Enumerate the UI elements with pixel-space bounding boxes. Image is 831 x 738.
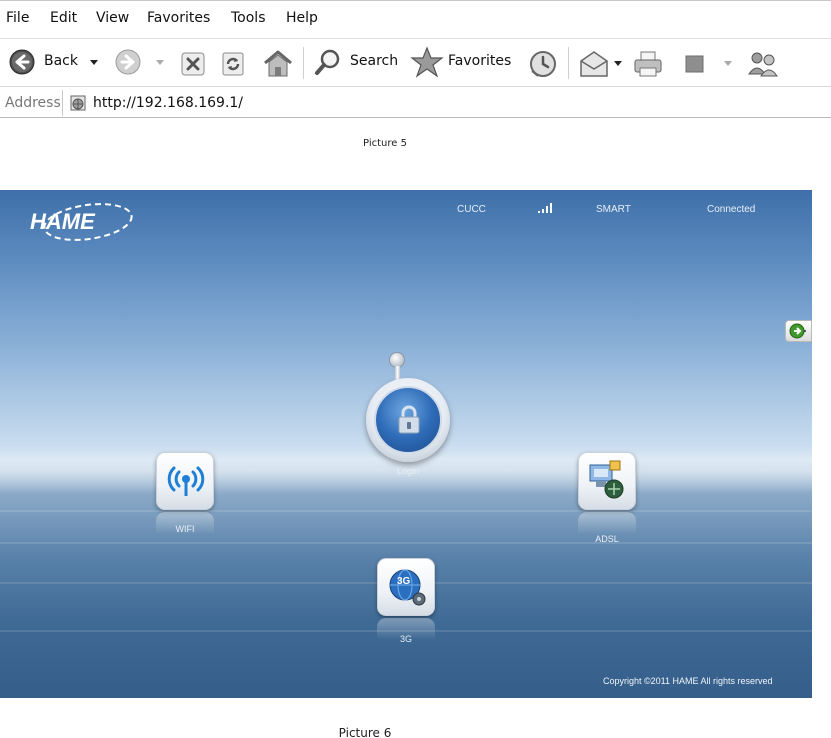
hame-logo: HAME bbox=[30, 203, 133, 241]
adsl-network-icon bbox=[589, 460, 624, 499]
toolbar-separator bbox=[568, 47, 569, 79]
history-icon[interactable] bbox=[528, 49, 558, 79]
signal-strength-icon bbox=[538, 203, 552, 213]
edit-dropdown-icon[interactable] bbox=[724, 61, 732, 66]
address-bar: Address http://192.168.169.1/ bbox=[0, 86, 831, 118]
mode-status: SMART bbox=[596, 204, 631, 215]
search-icon bbox=[315, 49, 340, 75]
connection-status: Connected bbox=[707, 204, 756, 215]
stop-icon[interactable] bbox=[180, 51, 206, 77]
home-icon[interactable] bbox=[262, 49, 294, 79]
edit-icon[interactable] bbox=[684, 53, 706, 75]
menu-tools[interactable]: Tools bbox=[231, 10, 266, 26]
3g-button[interactable]: 3G bbox=[377, 558, 435, 616]
wifi-button[interactable] bbox=[156, 452, 214, 510]
adsl-label[interactable]: ADSL bbox=[567, 534, 647, 544]
menu-edit[interactable]: Edit bbox=[50, 10, 77, 26]
carrier-status: CUCC bbox=[457, 204, 486, 215]
address-input[interactable]: http://192.168.169.1/ bbox=[62, 90, 831, 116]
messenger-icon[interactable] bbox=[746, 49, 780, 79]
search-button[interactable]: Search bbox=[312, 48, 400, 76]
copyright-text: Copyright ©2011 HAME All rights reserved bbox=[603, 676, 773, 686]
forward-button[interactable] bbox=[112, 48, 168, 76]
mail-icon[interactable] bbox=[578, 49, 610, 79]
globe-3g-icon: 3G bbox=[389, 569, 426, 606]
picture-5-caption: Picture 5 bbox=[363, 138, 407, 149]
mail-dropdown-icon[interactable] bbox=[614, 61, 622, 66]
refresh-icon[interactable] bbox=[220, 51, 246, 77]
adsl-reflection bbox=[578, 512, 636, 534]
search-label: Search bbox=[350, 53, 399, 69]
toolbar: Back Search Favorites bbox=[0, 38, 831, 86]
forward-icon bbox=[115, 49, 141, 75]
adsl-button[interactable] bbox=[578, 452, 636, 510]
print-icon[interactable] bbox=[632, 49, 664, 79]
address-label: Address bbox=[5, 95, 61, 111]
sea-wave bbox=[0, 510, 812, 512]
picture-6-caption: Picture 6 bbox=[338, 726, 392, 738]
favorites-label: Favorites bbox=[448, 53, 512, 69]
expand-icon bbox=[789, 323, 806, 339]
wifi-label[interactable]: WIFI bbox=[145, 524, 225, 534]
svg-text:HAME: HAME bbox=[30, 209, 96, 234]
menu-bar: File Edit View Favorites Tools Help bbox=[0, 0, 831, 38]
forward-dropdown-icon[interactable] bbox=[156, 60, 164, 65]
login-lock-panel bbox=[374, 386, 442, 454]
hame-router-page: HAME CUCC SMART Connected Login WIFI ADS… bbox=[0, 190, 812, 698]
back-icon bbox=[9, 49, 35, 75]
lock-icon bbox=[398, 405, 420, 434]
menu-view[interactable]: View bbox=[96, 10, 129, 26]
sea-wave bbox=[0, 542, 812, 544]
menu-favorites[interactable]: Favorites bbox=[147, 10, 210, 26]
toolbar-separator bbox=[303, 47, 304, 79]
menu-help[interactable]: Help bbox=[286, 10, 318, 26]
back-button[interactable]: Back bbox=[6, 48, 102, 76]
page-icon bbox=[70, 95, 86, 111]
menu-file[interactable]: File bbox=[6, 10, 29, 26]
svg-text:3G: 3G bbox=[397, 576, 411, 587]
login-button[interactable] bbox=[366, 378, 450, 462]
back-label: Back bbox=[44, 53, 78, 69]
wifi-antenna-icon bbox=[167, 466, 205, 496]
3g-label[interactable]: 3G bbox=[366, 634, 446, 644]
login-label[interactable]: Login bbox=[368, 466, 448, 476]
address-url[interactable]: http://192.168.169.1/ bbox=[93, 95, 243, 111]
side-panel-button[interactable] bbox=[785, 320, 812, 342]
favorites-star-icon bbox=[410, 46, 444, 78]
back-dropdown-icon[interactable] bbox=[90, 60, 98, 65]
favorites-button[interactable]: Favorites bbox=[410, 46, 520, 78]
